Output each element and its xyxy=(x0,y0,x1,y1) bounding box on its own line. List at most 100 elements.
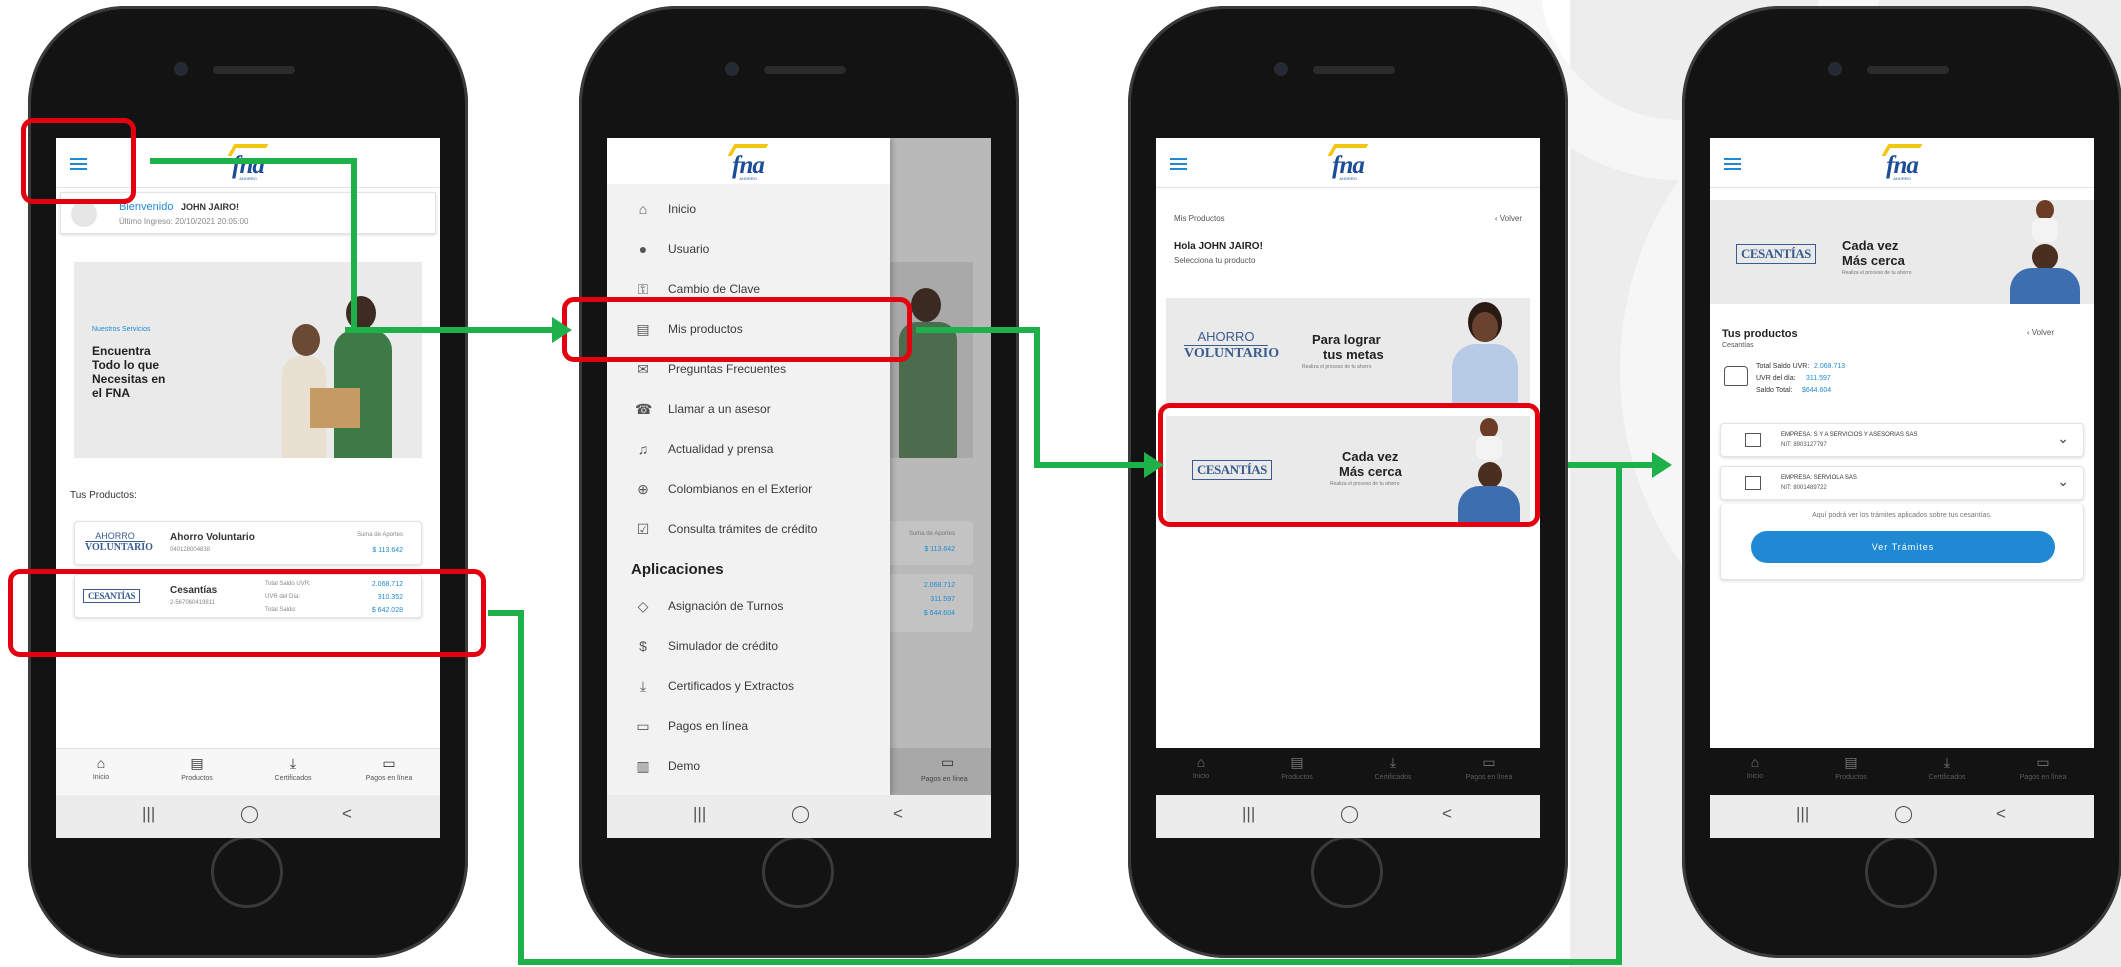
employer-card[interactable]: EMPRESA: S Y A SERVICIOS Y ASESORIAS SAS… xyxy=(1720,423,2084,457)
flow-arrow-1 xyxy=(345,327,553,333)
bell-icon: ♫ xyxy=(637,441,649,457)
home-sys-button[interactable]: ◯ xyxy=(240,804,259,824)
menu-item-exterior[interactable]: ⊕ Colombianos en el Exterior xyxy=(607,469,890,509)
menu-item-demo[interactable]: ▥ Demo xyxy=(607,746,890,786)
system-nav-bar: ||| ◯ < xyxy=(607,795,991,838)
back-link[interactable]: ‹ Volver xyxy=(1495,214,1522,223)
banner-tag: Nuestros Servicios xyxy=(92,326,151,333)
flow-arrow-1 xyxy=(351,158,357,333)
card-icon: ▭ xyxy=(636,718,650,734)
ahorro-voluntario-card[interactable]: AHORRO VOLUNTARIO Para lograr tus metas … xyxy=(1166,298,1530,404)
uvr-total-value: 2.068.713 xyxy=(1814,363,1846,370)
hamburger-menu-icon[interactable] xyxy=(1724,158,1741,170)
flow-arrow-3 xyxy=(518,610,524,965)
banner-line-1: Cada vez xyxy=(1842,238,1899,253)
flow-arrow-2 xyxy=(1034,462,1144,468)
employer-card[interactable]: EMPRESA: SERVIOLA SAS NIT: 8001489722 ⌄ xyxy=(1720,466,2084,500)
menu-item-usuario[interactable]: ● Usuario xyxy=(607,229,890,269)
total-value: $644.604 xyxy=(1802,387,1832,394)
menu-item-turnos[interactable]: ◇ Asignación de Turnos xyxy=(607,586,890,626)
uvr-day-value: 311.597 xyxy=(1806,375,1831,382)
system-nav-bar: ||| ◯ < xyxy=(1710,795,2094,838)
nav-inicio[interactable]: ⌂ Inicio xyxy=(56,755,146,781)
menu-item-pagos[interactable]: ▭ Pagos en línea xyxy=(607,706,890,746)
nav-productos[interactable]: ▤ Productos xyxy=(1806,754,1896,781)
bg-sum-label: Suma de Aportes xyxy=(908,531,955,537)
greeting: Hola JOHN JAIRO! xyxy=(1174,241,1263,252)
last-login: Último Ingreso: 20/10/2021 20:05:00 xyxy=(119,217,249,226)
nav-pagos[interactable]: ▭ Pagos en línea xyxy=(344,755,434,782)
services-banner[interactable]: Nuestros Servicios Encuentra Todo lo que… xyxy=(74,262,422,458)
couple-photo xyxy=(274,282,404,458)
nav-inicio[interactable]: ⌂ Inicio xyxy=(1710,754,1800,780)
drawer: fna AHORRO ⌂ Inicio ● Usuario ⚿ Cambio de Cl… xyxy=(607,138,890,795)
home-sys-button[interactable]: ◯ xyxy=(1894,804,1913,824)
fna-logo: fna AHORRO xyxy=(725,142,771,182)
ver-tramites-button[interactable]: Ver Trámites xyxy=(1751,531,2055,563)
nav-inicio[interactable]: ⌂ Inicio xyxy=(1156,754,1246,780)
total-label: Saldo Total: xyxy=(1756,387,1793,394)
globe-icon: ⊕ xyxy=(637,481,649,497)
banner-line-3: Necesitas en xyxy=(92,372,166,386)
home-button[interactable] xyxy=(211,836,283,908)
fna-logo: fna AHORRO xyxy=(1879,142,1925,182)
menu-item-simulador[interactable]: $ Simulador de crédito xyxy=(607,626,890,666)
employer-name: EMPRESA: SERVIOLA SAS xyxy=(1781,475,1857,481)
highlight-mis-productos xyxy=(562,297,912,362)
banner-line-4: el FNA xyxy=(92,386,131,400)
chevron-down-icon[interactable]: ⌄ xyxy=(2057,473,2069,490)
card-line-1: Para lograr xyxy=(1312,332,1381,347)
back-button[interactable]: < xyxy=(342,804,352,824)
menu-item-llamar[interactable]: ☎ Llamar a un asesor xyxy=(607,389,890,429)
chat-icon: ✉ xyxy=(637,361,649,377)
woman-photo xyxy=(1448,302,1518,404)
uvr-total-label: Total Saldo UVR: xyxy=(1756,363,1810,370)
recents-button[interactable]: ||| xyxy=(1796,804,1809,824)
nav-pagos[interactable]: ▭ Pagos en línea xyxy=(1998,754,2088,781)
sum-label: Suma de Aportes xyxy=(356,532,403,538)
recents-button[interactable]: ||| xyxy=(142,804,155,824)
home-sys-button[interactable]: ◯ xyxy=(791,804,810,824)
clipboard-icon: ☑ xyxy=(636,521,650,537)
menu-item-consulta[interactable]: ☑ Consulta trámites de crédito xyxy=(607,509,890,549)
nav-productos[interactable]: ▤ Productos xyxy=(1252,754,1342,781)
back-button[interactable]: < xyxy=(1442,804,1452,824)
ahorro-product-card[interactable]: AHORRO VOLUNTARIO Ahorro Voluntario 0401… xyxy=(74,521,422,565)
back-button[interactable]: < xyxy=(893,804,903,824)
home-button[interactable] xyxy=(1311,836,1383,908)
card-small: Realiza el proceso de tu ahorro xyxy=(1302,364,1372,370)
uvr-day-label: UVR del día: xyxy=(1756,375,1796,382)
back-link[interactable]: ‹ Volver xyxy=(2027,328,2054,337)
ticket-icon: ◇ xyxy=(637,598,649,614)
front-camera xyxy=(1276,64,1286,74)
menu-item-actualidad[interactable]: ♫ Actualidad y prensa xyxy=(607,429,890,469)
nav-productos[interactable]: ▤ Productos xyxy=(152,755,242,782)
nav-certificados[interactable]: ⤓ Certificados xyxy=(1348,754,1438,781)
nav-certificados[interactable]: ⤓ Certificados xyxy=(1902,754,1992,781)
products-title: Tus productos xyxy=(1722,328,1798,340)
breadcrumb: Mis Productos xyxy=(1174,214,1225,223)
system-nav-bar: ||| ◯ < xyxy=(1156,795,1540,838)
ahorro-voluntario-logo: AHORRO VOLUNTARIO xyxy=(1184,329,1280,361)
ahorro-voluntario-logo: AHORRO VOLUNTARIO xyxy=(85,531,153,553)
download-icon: ⤓ xyxy=(1943,754,1951,770)
building-icon: ▥ xyxy=(636,758,650,774)
card-icon: ▭ xyxy=(2036,754,2050,770)
document-icon: ▤ xyxy=(1290,754,1304,770)
menu-item-certificados[interactable]: ⤓ Certificados y Extractos xyxy=(607,666,890,706)
hamburger-menu-icon[interactable] xyxy=(1170,158,1187,170)
recents-button[interactable]: ||| xyxy=(693,804,706,824)
company-icon xyxy=(1745,476,1761,490)
card-icon: ▭ xyxy=(1482,754,1496,770)
menu-item-inicio[interactable]: ⌂ Inicio xyxy=(607,189,890,229)
nav-pagos[interactable]: ▭ Pagos en línea xyxy=(1444,754,1534,781)
home-icon: ⌂ xyxy=(96,755,106,771)
chevron-down-icon[interactable]: ⌄ xyxy=(2057,430,2069,447)
home-button[interactable] xyxy=(1865,836,1937,908)
recents-button[interactable]: ||| xyxy=(1242,804,1255,824)
nav-certificados[interactable]: ⤓ Certificados xyxy=(248,755,338,782)
back-button[interactable]: < xyxy=(1996,804,2006,824)
flow-arrow-2 xyxy=(916,327,1040,333)
home-sys-button[interactable]: ◯ xyxy=(1340,804,1359,824)
home-button[interactable] xyxy=(762,836,834,908)
